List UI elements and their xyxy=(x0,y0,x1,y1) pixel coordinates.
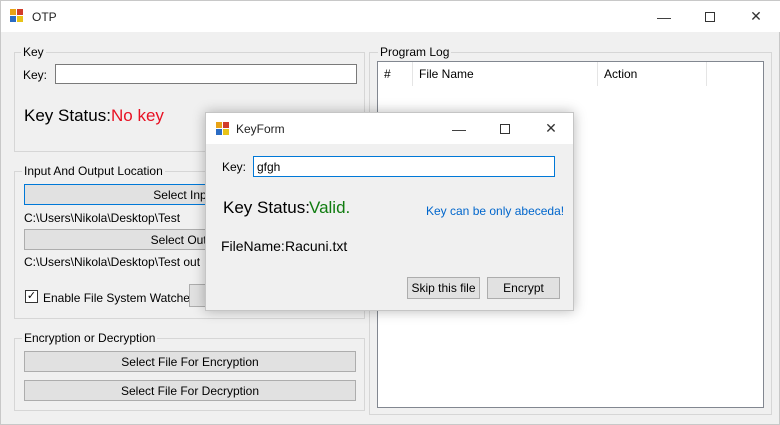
column-header-action[interactable]: Action xyxy=(598,62,707,86)
key-form-status-label: Key Status: xyxy=(223,198,310,217)
close-icon: ✕ xyxy=(750,8,762,24)
close-icon: ✕ xyxy=(545,120,557,136)
select-encryption-file-button[interactable]: Select File For Encryption xyxy=(24,351,356,372)
key-form-key-label: Key: xyxy=(222,160,247,174)
close-button[interactable]: ✕ xyxy=(733,1,779,32)
app-icon xyxy=(10,9,24,23)
minimize-icon: — xyxy=(657,8,671,25)
key-form-title-bar[interactable]: KeyForm — ✕ xyxy=(206,113,573,144)
key-form-title: KeyForm xyxy=(236,122,285,136)
encrypt-button[interactable]: Encrypt xyxy=(487,277,560,299)
io-group-title: Input And Output Location xyxy=(22,164,165,178)
minimize-button[interactable]: — xyxy=(641,1,687,32)
input-path: C:\Users\Nikola\Desktop\Test xyxy=(24,211,181,225)
key-form-minimize-button[interactable]: — xyxy=(436,113,482,144)
output-path: C:\Users\Nikola\Desktop\Test out xyxy=(24,255,201,269)
checkmark-icon: ✓ xyxy=(26,290,37,302)
key-label: Key: xyxy=(23,68,48,82)
key-form-close-button[interactable]: ✕ xyxy=(528,113,574,144)
column-header-file-name[interactable]: File Name xyxy=(413,62,598,86)
key-input[interactable] xyxy=(55,64,357,84)
key-form-hint: Key can be only abeceda! xyxy=(426,204,565,218)
filename-label: FileName: xyxy=(221,238,285,254)
crypt-group-title: Encryption or Decryption xyxy=(22,331,158,345)
maximize-icon xyxy=(705,11,715,22)
filename-value: Racuni.txt xyxy=(285,238,348,254)
key-form-key-input[interactable] xyxy=(253,156,555,177)
minimize-icon: — xyxy=(452,120,466,137)
key-form-dialog: KeyForm — ✕ Key: Key Status: Valid. Key … xyxy=(205,112,574,311)
skip-file-button[interactable]: Skip this file xyxy=(407,277,480,299)
key-status-label: Key Status: xyxy=(24,106,111,125)
key-form-app-icon xyxy=(216,122,230,136)
key-status-value: No key xyxy=(111,106,164,125)
window-title: OTP xyxy=(32,10,57,24)
watcher-checkbox[interactable]: ✓ xyxy=(25,290,38,303)
key-form-maximize-button[interactable] xyxy=(482,113,528,144)
key-group-title: Key xyxy=(21,45,46,59)
log-group-title: Program Log xyxy=(378,45,452,59)
column-header-number[interactable]: # xyxy=(378,62,413,86)
select-decryption-file-button[interactable]: Select File For Decryption xyxy=(24,380,356,401)
maximize-icon xyxy=(500,123,510,134)
watcher-label: Enable File System Watcher xyxy=(43,291,194,305)
title-bar[interactable]: OTP — ✕ xyxy=(1,1,780,32)
maximize-button[interactable] xyxy=(687,1,733,32)
key-form-status-value: Valid. xyxy=(309,198,351,217)
